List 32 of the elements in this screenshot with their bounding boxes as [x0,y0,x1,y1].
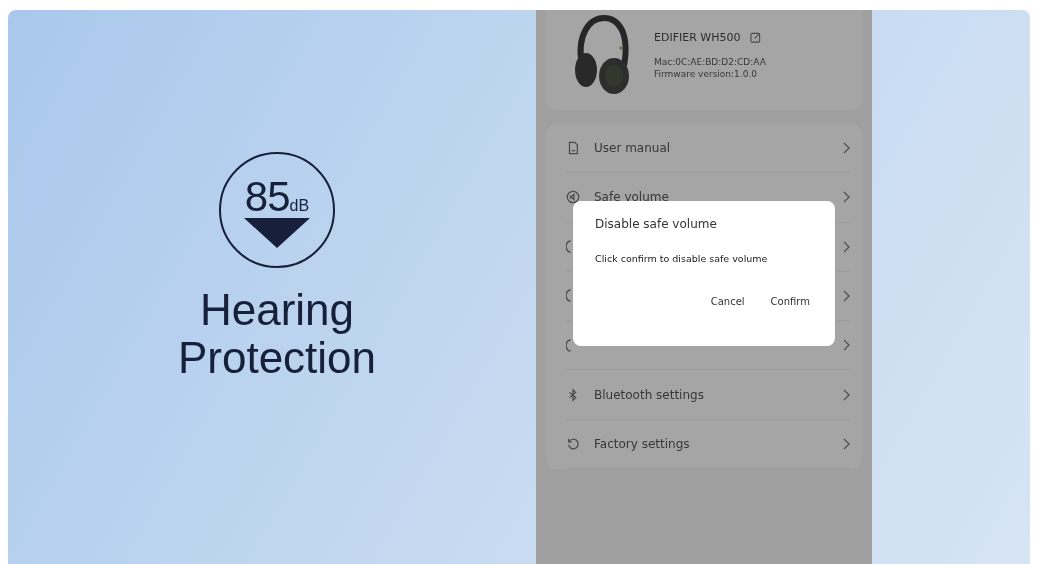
firmware-version: Firmware version:1.0.0 [654,67,758,80]
chevron-icon [842,240,850,253]
down-triangle-icon [244,217,310,248]
dialog-message: Click confirm to disable safe volume [595,253,769,264]
device-name: EDIFIER WH500 [654,30,741,44]
menu-row[interactable]: User manual [566,124,850,174]
headline: Hearing [199,285,355,334]
menu-label: Bluetooth settings [594,387,705,402]
edit-icon[interactable] [750,31,762,43]
menu-label: Factory settings [594,436,691,451]
arc-icon [566,289,571,303]
mac-address: Mac:0C:AE:BD:D2:CD:AA [654,55,766,68]
arc-icon [566,338,571,352]
volume-icon [566,190,580,205]
menu-row[interactable]: Factory settings [566,419,850,469]
arc-icon [566,240,571,254]
chevron-icon [842,290,850,302]
decibel-value: 85 [244,175,290,218]
document-icon [566,141,580,156]
reset-icon [566,436,580,451]
decibel-unit: dB [289,196,310,215]
dialog-button[interactable]: Cancel [707,294,748,309]
chevron-icon [842,388,850,401]
menu-label: Safe volume [594,190,670,205]
chevron-icon [842,142,850,155]
chevron-icon [842,437,850,450]
chevron-icon [842,191,850,204]
headline: Protection [177,334,377,383]
menu-row[interactable]: Bluetooth settings [566,370,850,420]
chevron-icon [842,339,850,352]
dialog-button[interactable]: Confirm [767,294,813,309]
menu-label: User manual [594,141,672,156]
